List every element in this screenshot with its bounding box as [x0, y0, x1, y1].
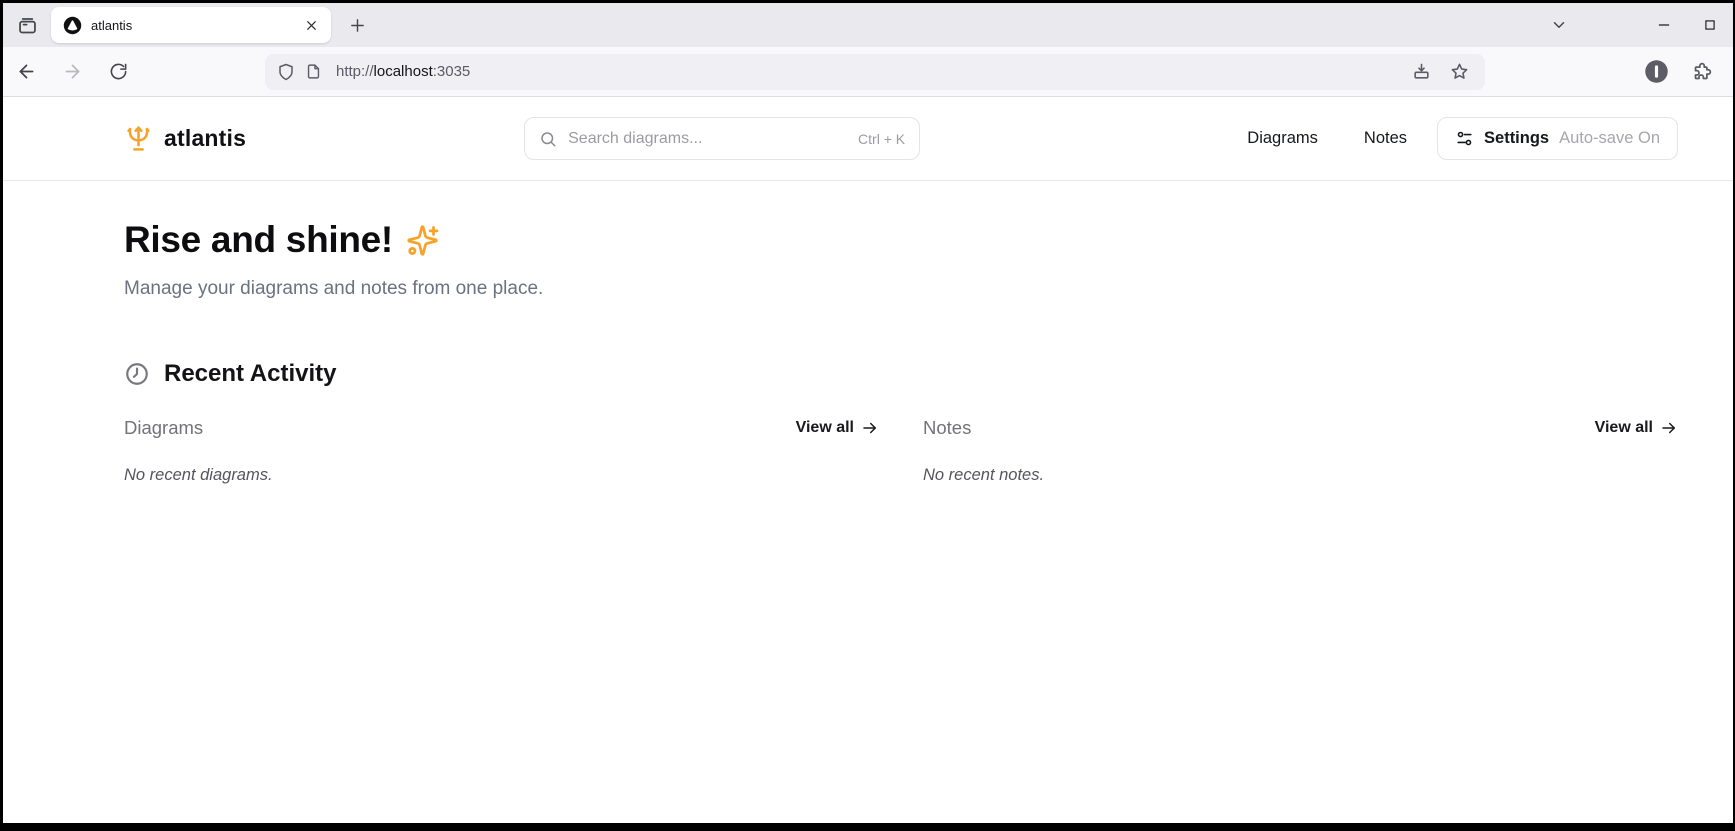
close-icon — [305, 19, 318, 32]
sliders-icon — [1455, 129, 1474, 148]
forward-button[interactable] — [55, 55, 89, 89]
back-button[interactable] — [9, 55, 43, 89]
settings-label: Settings — [1484, 129, 1549, 148]
page-info-icon[interactable] — [305, 63, 322, 80]
downloads-button[interactable] — [1407, 58, 1435, 86]
recent-notes-header: Notes View all — [923, 417, 1678, 439]
address-bar[interactable]: http://localhost:3035 — [265, 54, 1485, 90]
url-protocol: http:// — [336, 63, 374, 80]
arrow-right-icon — [1660, 419, 1678, 437]
no-recent-diagrams-text: No recent diagrams. — [124, 466, 879, 485]
arrow-right-icon — [62, 61, 83, 82]
tab-close-button[interactable] — [299, 13, 323, 37]
toolbar-right-group — [1641, 57, 1723, 87]
shield-icon[interactable] — [277, 63, 295, 81]
account-button[interactable] — [1641, 57, 1671, 87]
puzzle-icon — [1692, 61, 1713, 82]
tab-favicon-icon — [63, 16, 82, 35]
page-subtitle: Manage your diagrams and notes from one … — [124, 278, 1678, 300]
nav-link-notes[interactable]: Notes — [1364, 129, 1407, 148]
app-header: atlantis Ctrl + K Diagrams Notes Setting… — [3, 97, 1733, 181]
download-tray-icon — [1412, 62, 1431, 81]
main-content: Rise and shine! Manage your diagrams and… — [3, 181, 1733, 823]
profile-icon — [1643, 58, 1670, 85]
settings-button[interactable]: Settings Auto-save On — [1437, 117, 1678, 160]
recent-notes-column: Notes View all No recent notes. — [923, 417, 1678, 485]
firefox-view-button[interactable] — [11, 9, 43, 41]
search-shortcut-hint: Ctrl + K — [858, 131, 905, 147]
reload-icon — [109, 62, 128, 81]
no-recent-notes-text: No recent notes. — [923, 466, 1678, 485]
greeting-row: Rise and shine! — [124, 219, 1678, 261]
recent-activity-title: Recent Activity — [164, 360, 337, 388]
maximize-button[interactable] — [1687, 8, 1733, 42]
tab-strip: atlantis — [3, 3, 1733, 47]
recent-diagrams-label: Diagrams — [124, 417, 203, 439]
recent-diagrams-column: Diagrams View all No recent diagrams. — [124, 417, 879, 485]
clock-icon — [124, 361, 150, 387]
url-port: :3035 — [433, 63, 471, 80]
arrow-right-icon — [861, 419, 879, 437]
star-icon — [1450, 62, 1469, 81]
arrow-left-icon — [16, 61, 37, 82]
view-all-notes-text: View all — [1595, 419, 1653, 437]
trident-logo-icon — [124, 124, 153, 153]
search-icon — [539, 130, 557, 148]
brand[interactable]: atlantis — [124, 124, 246, 153]
minimize-icon — [1657, 18, 1671, 32]
maximize-icon — [1703, 18, 1717, 32]
brand-name: atlantis — [164, 125, 246, 152]
plus-icon — [349, 17, 366, 34]
view-all-diagrams-link[interactable]: View all — [796, 419, 879, 437]
recent-notes-label: Notes — [923, 417, 971, 439]
page-title: Rise and shine! — [124, 219, 393, 261]
app-nav: Diagrams Notes Settings Auto-save On — [1247, 117, 1678, 160]
window-controls — [1543, 8, 1733, 42]
recent-diagrams-header: Diagrams View all — [124, 417, 879, 439]
chevron-down-icon — [1550, 16, 1568, 34]
recent-columns: Diagrams View all No recent diagrams. No… — [124, 417, 1678, 485]
nav-link-diagrams[interactable]: Diagrams — [1247, 129, 1318, 148]
bookmark-button[interactable] — [1445, 58, 1473, 86]
extensions-button[interactable] — [1687, 57, 1717, 87]
search-input[interactable] — [568, 130, 847, 148]
browser-window: atlantis — [0, 0, 1735, 831]
new-tab-button[interactable] — [341, 9, 373, 41]
firefox-view-icon — [17, 15, 38, 36]
tab-title: atlantis — [91, 18, 290, 33]
minimize-button[interactable] — [1641, 8, 1687, 42]
recent-activity-header: Recent Activity — [124, 360, 1678, 388]
url-text[interactable]: http://localhost:3035 — [336, 63, 470, 80]
list-all-tabs-button[interactable] — [1543, 9, 1575, 41]
search-box[interactable]: Ctrl + K — [524, 117, 920, 160]
sparkles-icon — [406, 224, 439, 257]
url-host: localhost — [374, 63, 433, 80]
view-all-diagrams-text: View all — [796, 419, 854, 437]
autosave-status: Auto-save On — [1559, 129, 1660, 148]
navigation-toolbar: http://localhost:3035 — [3, 47, 1733, 97]
browser-tab-atlantis[interactable]: atlantis — [51, 7, 331, 43]
view-all-notes-link[interactable]: View all — [1595, 419, 1678, 437]
reload-button[interactable] — [101, 55, 135, 89]
